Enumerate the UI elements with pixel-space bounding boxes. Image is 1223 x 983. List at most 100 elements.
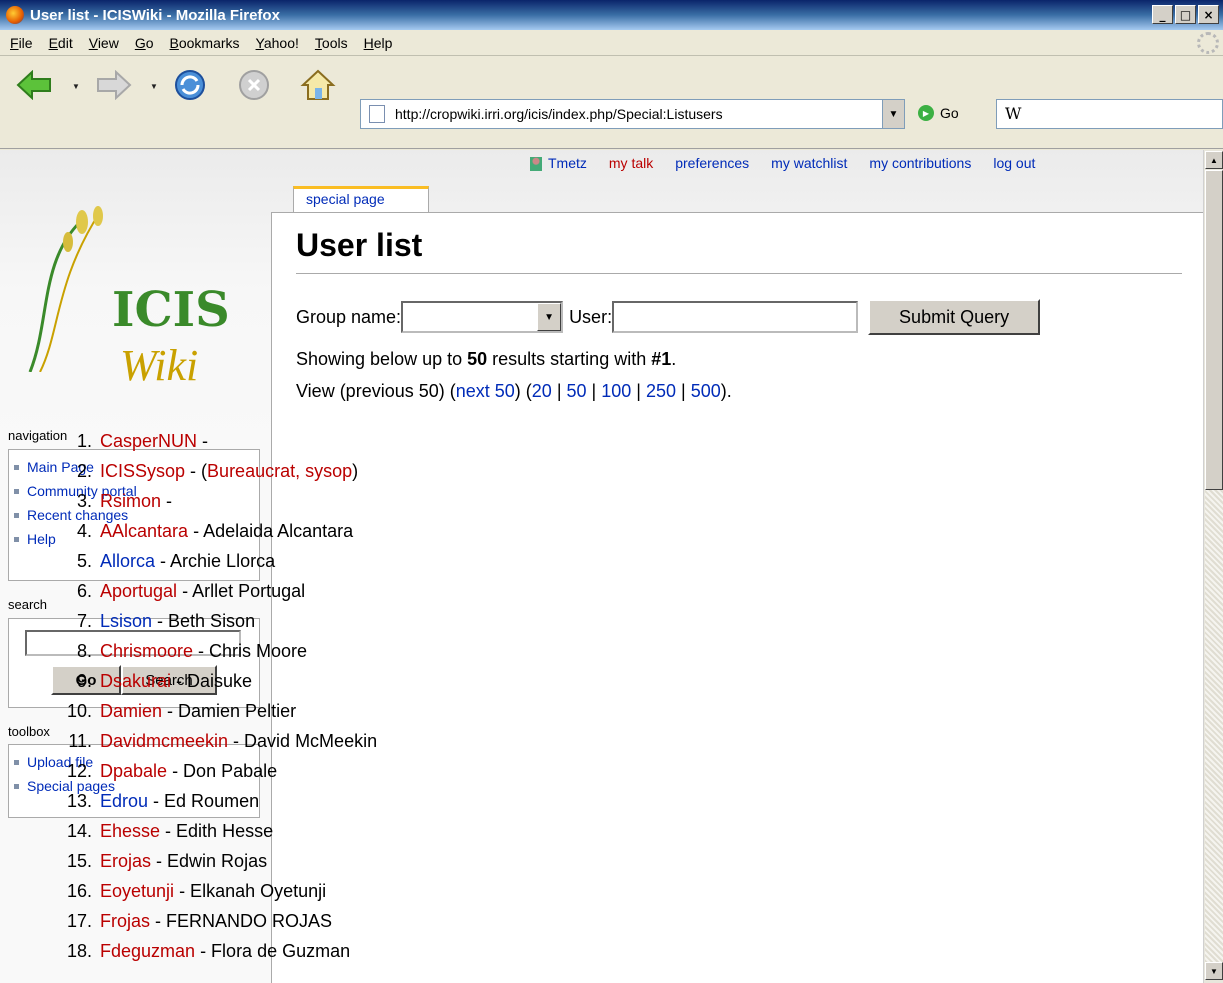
user-label: User: bbox=[569, 306, 613, 327]
next-50-link[interactable]: next 50 bbox=[456, 381, 515, 401]
user-link[interactable]: ICISSysop bbox=[100, 461, 185, 481]
user-number: 11. bbox=[68, 731, 92, 751]
firefox-icon bbox=[6, 6, 24, 24]
watchlist-link[interactable]: my watchlist bbox=[771, 155, 847, 171]
user-link[interactable]: Erojas bbox=[100, 851, 151, 871]
user-list-item: 12. Dpabale - Don Pabale bbox=[50, 756, 377, 786]
user-link[interactable]: Rsimon bbox=[100, 491, 161, 511]
pagination-suffix: ). bbox=[720, 381, 732, 401]
reload-icon[interactable] bbox=[172, 67, 208, 103]
user-realname: - FERNANDO ROJAS bbox=[150, 911, 333, 931]
user-realname: - Archie Llorca bbox=[155, 551, 276, 571]
user-number: 13. bbox=[66, 791, 92, 811]
user-number: 8. bbox=[76, 641, 92, 661]
user-list-item: 6. Aportugal - Arllet Portugal bbox=[50, 576, 377, 606]
personal-user[interactable]: Tmetz bbox=[530, 155, 587, 172]
scroll-track[interactable] bbox=[1205, 490, 1223, 962]
menu-tools[interactable]: Tools bbox=[315, 35, 348, 51]
user-link[interactable]: Dsakurai bbox=[100, 671, 171, 691]
chevron-down-icon[interactable]: ▼ bbox=[537, 303, 562, 331]
user-link[interactable]: Edrou bbox=[100, 791, 148, 811]
contributions-link[interactable]: my contributions bbox=[869, 155, 971, 171]
user-number: 4. bbox=[76, 521, 92, 541]
submit-query-button[interactable]: Submit Query bbox=[868, 299, 1041, 335]
scroll-thumb[interactable] bbox=[1205, 170, 1223, 490]
user-realname: - Daisuke bbox=[171, 671, 253, 691]
scroll-up-icon[interactable]: ▲ bbox=[1205, 151, 1223, 169]
user-number: 7. bbox=[76, 611, 92, 631]
limit-250-link[interactable]: 250 bbox=[646, 381, 676, 401]
user-realname: - Edwin Rojas bbox=[151, 851, 268, 871]
username-link[interactable]: Tmetz bbox=[548, 155, 587, 171]
user-list-item: 8. Chrismoore - Chris Moore bbox=[50, 636, 377, 666]
user-list-item: 3. Rsimon - bbox=[50, 486, 377, 516]
user-realname: - Edith Hesse bbox=[160, 821, 274, 841]
back-icon[interactable] bbox=[16, 67, 52, 103]
user-link[interactable]: Damien bbox=[100, 701, 162, 721]
logout-link[interactable]: log out bbox=[993, 155, 1035, 171]
menu-go[interactable]: Go bbox=[135, 35, 154, 51]
tab-special-page[interactable]: special page bbox=[293, 186, 429, 212]
user-realname: - Beth Sison bbox=[152, 611, 256, 631]
limit-50-link[interactable]: 50 bbox=[567, 381, 587, 401]
summary-mid: results starting with bbox=[487, 349, 652, 369]
site-logo[interactable]: ICIS Wiki bbox=[20, 202, 270, 390]
go-button[interactable]: ▶ Go bbox=[918, 105, 959, 121]
user-link[interactable]: Allorca bbox=[100, 551, 155, 571]
user-link[interactable]: Eoyetunji bbox=[100, 881, 174, 901]
preferences-link[interactable]: preferences bbox=[675, 155, 749, 171]
user-realname: - bbox=[197, 431, 209, 451]
user-groups-tail: ) bbox=[352, 461, 359, 481]
limit-20-link[interactable]: 20 bbox=[532, 381, 552, 401]
limit-100-link[interactable]: 100 bbox=[601, 381, 631, 401]
menu-file[interactable]: File bbox=[10, 35, 33, 51]
user-link[interactable]: Aportugal bbox=[100, 581, 177, 601]
user-link[interactable]: CasperNUN bbox=[100, 431, 197, 451]
menu-edit[interactable]: Edit bbox=[49, 35, 73, 51]
menu-help[interactable]: Help bbox=[364, 35, 393, 51]
search-engine-text: W bbox=[1005, 104, 1022, 123]
user-link[interactable]: Fdeguzman bbox=[100, 941, 195, 961]
user-link[interactable]: Dpabale bbox=[100, 761, 167, 781]
menu-yahoo[interactable]: Yahoo! bbox=[256, 35, 299, 51]
home-icon[interactable] bbox=[300, 67, 336, 103]
close-button[interactable]: × bbox=[1198, 5, 1219, 24]
user-realname: - Don Pabale bbox=[167, 761, 278, 781]
user-link[interactable]: AAlcantara bbox=[100, 521, 188, 541]
user-link[interactable]: Ehesse bbox=[100, 821, 160, 841]
user-input[interactable] bbox=[612, 301, 859, 333]
forward-dropdown-icon[interactable]: ▼ bbox=[150, 82, 158, 91]
user-link[interactable]: Lsison bbox=[100, 611, 152, 631]
minimize-button[interactable]: _ bbox=[1152, 5, 1173, 24]
user-list-item: 4. AAlcantara - Adelaida Alcantara bbox=[50, 516, 377, 546]
my-talk-link[interactable]: my talk bbox=[609, 155, 653, 171]
user-number: 1. bbox=[76, 431, 92, 451]
user-groups-link[interactable]: Bureaucrat, sysop bbox=[207, 461, 352, 481]
user-filter-form: Group name: ▼ User: Submit Query bbox=[296, 299, 1041, 335]
user-number: 5. bbox=[76, 551, 92, 571]
user-link[interactable]: Chrismoore bbox=[100, 641, 193, 661]
user-realname: - bbox=[161, 491, 173, 511]
user-number: 6. bbox=[76, 581, 92, 601]
user-realname: - David McMeekin bbox=[228, 731, 378, 751]
user-realname: - ( bbox=[185, 461, 208, 481]
stop-icon[interactable] bbox=[236, 67, 272, 103]
menu-view[interactable]: View bbox=[89, 35, 119, 51]
maximize-button[interactable]: □ bbox=[1175, 5, 1196, 24]
menu-bookmarks[interactable]: Bookmarks bbox=[170, 35, 240, 51]
forward-icon[interactable] bbox=[96, 67, 132, 103]
user-link[interactable]: Davidmcmeekin bbox=[100, 731, 228, 751]
user-realname: - Ed Roumen bbox=[148, 791, 260, 811]
back-dropdown-icon[interactable]: ▼ bbox=[72, 82, 80, 91]
group-name-select[interactable]: ▼ bbox=[401, 301, 564, 333]
user-realname: - Elkanah Oyetunji bbox=[174, 881, 327, 901]
user-link[interactable]: Frojas bbox=[100, 911, 150, 931]
url-dropdown-icon[interactable]: ▼ bbox=[882, 100, 904, 128]
limit-500-link[interactable]: 500 bbox=[691, 381, 721, 401]
results-summary: Showing below up to 50 results starting … bbox=[296, 349, 676, 370]
search-engine-box[interactable]: W bbox=[996, 99, 1223, 129]
summary-prefix: Showing below up to bbox=[296, 349, 468, 369]
vertical-scrollbar[interactable]: ▲ ▼ bbox=[1203, 150, 1223, 983]
scroll-down-icon[interactable]: ▼ bbox=[1205, 962, 1223, 980]
url-bar[interactable]: http://cropwiki.irri.org/icis/index.php/… bbox=[360, 99, 905, 129]
